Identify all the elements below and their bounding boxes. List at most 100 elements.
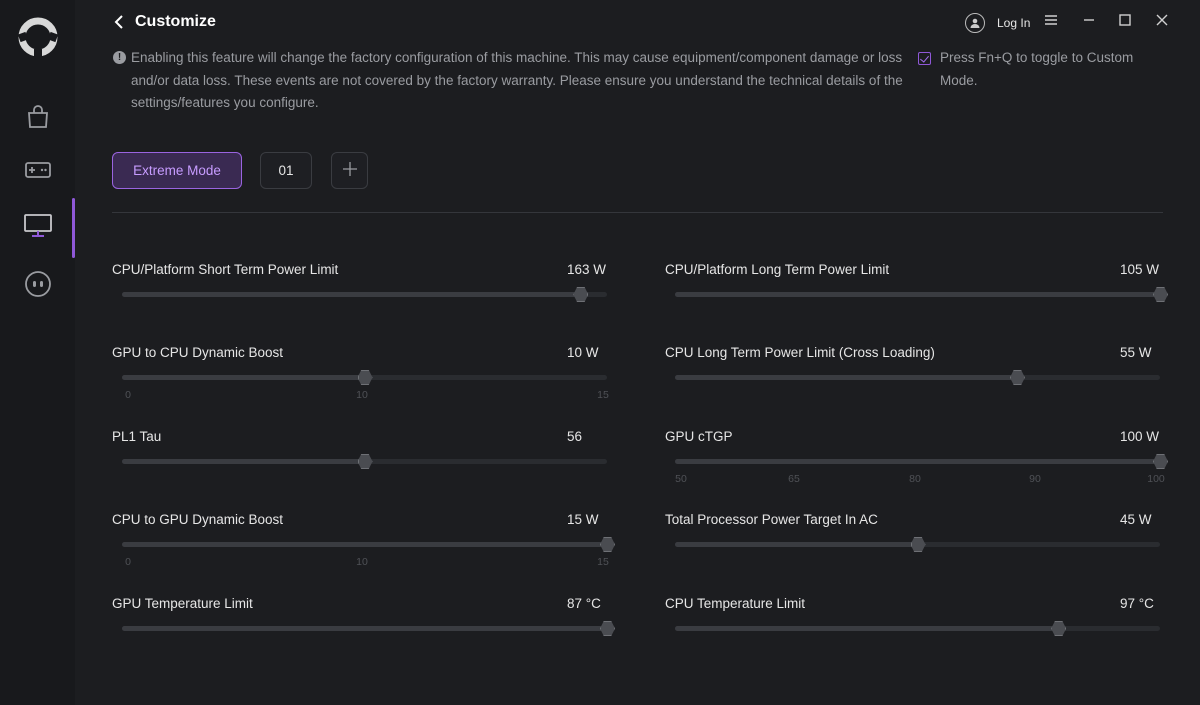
slider-fill (675, 542, 918, 547)
slider-thumb[interactable] (1153, 287, 1168, 302)
slider-thumb[interactable] (357, 454, 373, 469)
slider-track[interactable] (675, 537, 1160, 552)
tick-label: 90 (1029, 473, 1041, 485)
gamepad-icon (24, 158, 52, 187)
sidebar-item-assistant[interactable] (0, 264, 75, 308)
slider-thumb[interactable] (1009, 370, 1025, 385)
fnq-label: Press Fn+Q to toggle to Custom Mode. (940, 50, 1134, 88)
slider-fill (122, 459, 365, 464)
slider-track[interactable] (675, 287, 1168, 302)
slider-fill (122, 375, 365, 380)
slider-thumb[interactable] (1153, 454, 1168, 469)
sidebar-item-games[interactable] (0, 150, 75, 194)
slider-fill (675, 626, 1059, 631)
slider-label: GPU Temperature Limit (112, 596, 253, 611)
slider-thumb[interactable] (600, 537, 615, 552)
menu-button[interactable] (1041, 12, 1061, 32)
slider-track[interactable] (122, 454, 607, 469)
slider-value: 100 W (1120, 429, 1160, 444)
profile-01-button[interactable]: 01 (260, 152, 312, 189)
tick-label: 100 (1147, 473, 1165, 485)
slider-value: 105 W (1120, 262, 1160, 277)
maximize-button[interactable] (1115, 12, 1135, 32)
slider-track[interactable] (675, 370, 1160, 385)
sidebar (0, 0, 75, 705)
slider-track[interactable] (122, 370, 607, 385)
slider-fill (122, 542, 607, 547)
slider-label: PL1 Tau (112, 429, 162, 444)
back-button[interactable] (111, 12, 127, 32)
app-window: Customize Log In ! Enabling this feature… (0, 0, 1200, 705)
user-avatar-icon[interactable] (965, 13, 985, 33)
login-link[interactable]: Log In (997, 16, 1030, 30)
slider-value: 56 (567, 429, 583, 444)
slider-ticks: 0 10 15 (122, 389, 609, 403)
slider-label: CPU/Platform Short Term Power Limit (112, 262, 339, 277)
slider-track[interactable] (122, 621, 615, 636)
slider-label: Total Processor Power Target In AC (665, 512, 878, 527)
slider-total-processor-ac: Total Processor Power Target In AC 45 W (665, 512, 1160, 582)
close-button[interactable] (1152, 12, 1172, 32)
slider-ticks: 0 10 15 (122, 556, 609, 570)
slider-thumb[interactable] (600, 621, 615, 636)
slider-ticks: 50 65 80 90 100 (675, 473, 1165, 487)
robot-face-icon (24, 270, 52, 303)
slider-cpu-temp: CPU Temperature Limit 97 °C (665, 596, 1160, 666)
slider-label: CPU/Platform Long Term Power Limit (665, 262, 890, 277)
tick-label: 10 (356, 556, 368, 568)
hamburger-menu-icon (1044, 13, 1058, 31)
tick-label: 10 (356, 389, 368, 401)
slider-gpu-temp: GPU Temperature Limit 87 °C (112, 596, 615, 666)
tick-label: 15 (597, 556, 609, 568)
tick-label: 0 (125, 556, 131, 568)
divider (112, 212, 1163, 213)
slider-label: CPU to GPU Dynamic Boost (112, 512, 284, 527)
slider-value: 55 W (1120, 345, 1152, 360)
slider-track[interactable] (122, 287, 607, 302)
main-panel: Customize Log In ! Enabling this feature… (75, 0, 1200, 705)
slider-cpu-short-term: CPU/Platform Short Term Power Limit 163 … (112, 262, 607, 332)
sidebar-item-store[interactable] (0, 96, 75, 140)
tick-label: 80 (909, 473, 921, 485)
slider-value: 163 W (567, 262, 607, 277)
sidebar-item-display[interactable] (0, 198, 75, 258)
slider-fill (675, 292, 1160, 297)
slider-value: 15 W (567, 512, 599, 527)
slider-thumb[interactable] (357, 370, 373, 385)
slider-label: GPU cTGP (665, 429, 733, 444)
slider-track[interactable] (122, 537, 615, 552)
close-icon (1155, 13, 1169, 32)
slider-thumb[interactable] (910, 537, 926, 552)
maximize-icon (1118, 13, 1132, 32)
slider-gpu-to-cpu-boost: GPU to CPU Dynamic Boost 10 W 0 10 15 (112, 345, 609, 415)
slider-label: CPU Temperature Limit (665, 596, 806, 611)
slider-track[interactable] (675, 454, 1168, 469)
slider-track[interactable] (675, 621, 1160, 636)
add-profile-button[interactable] (331, 152, 368, 189)
chevron-left-icon (111, 15, 127, 36)
slider-cpu-long-term-cross: CPU Long Term Power Limit (Cross Loading… (665, 345, 1160, 415)
slider-cpu-to-gpu-boost: CPU to GPU Dynamic Boost 15 W 0 10 15 (112, 512, 615, 582)
slider-value: 97 °C (1120, 596, 1154, 611)
slider-fill (122, 626, 607, 631)
app-logo-icon (16, 15, 60, 59)
slider-value: 87 °C (567, 596, 601, 611)
tick-label: 15 (597, 389, 609, 401)
slider-fill (675, 375, 1017, 380)
slider-cpu-long-term: CPU/Platform Long Term Power Limit 105 W (665, 262, 1168, 332)
page-title: Customize (135, 13, 216, 30)
fnq-toggle-option[interactable]: Press Fn+Q to toggle to Custom Mode. (918, 47, 1163, 92)
fnq-checkbox[interactable] (918, 52, 931, 65)
notice-text: Enabling this feature will change the fa… (131, 50, 903, 110)
extreme-mode-button[interactable]: Extreme Mode (112, 152, 242, 189)
minimize-icon (1082, 13, 1096, 32)
slider-thumb[interactable] (1051, 621, 1067, 636)
tick-label: 50 (675, 473, 687, 485)
monitor-icon (23, 212, 53, 245)
slider-pl1-tau: PL1 Tau 56 (112, 429, 607, 499)
slider-thumb[interactable] (573, 287, 589, 302)
minimize-button[interactable] (1079, 12, 1099, 32)
slider-label: GPU to CPU Dynamic Boost (112, 345, 284, 360)
tick-label: 65 (788, 473, 800, 485)
slider-label: CPU Long Term Power Limit (Cross Loading… (665, 345, 935, 360)
